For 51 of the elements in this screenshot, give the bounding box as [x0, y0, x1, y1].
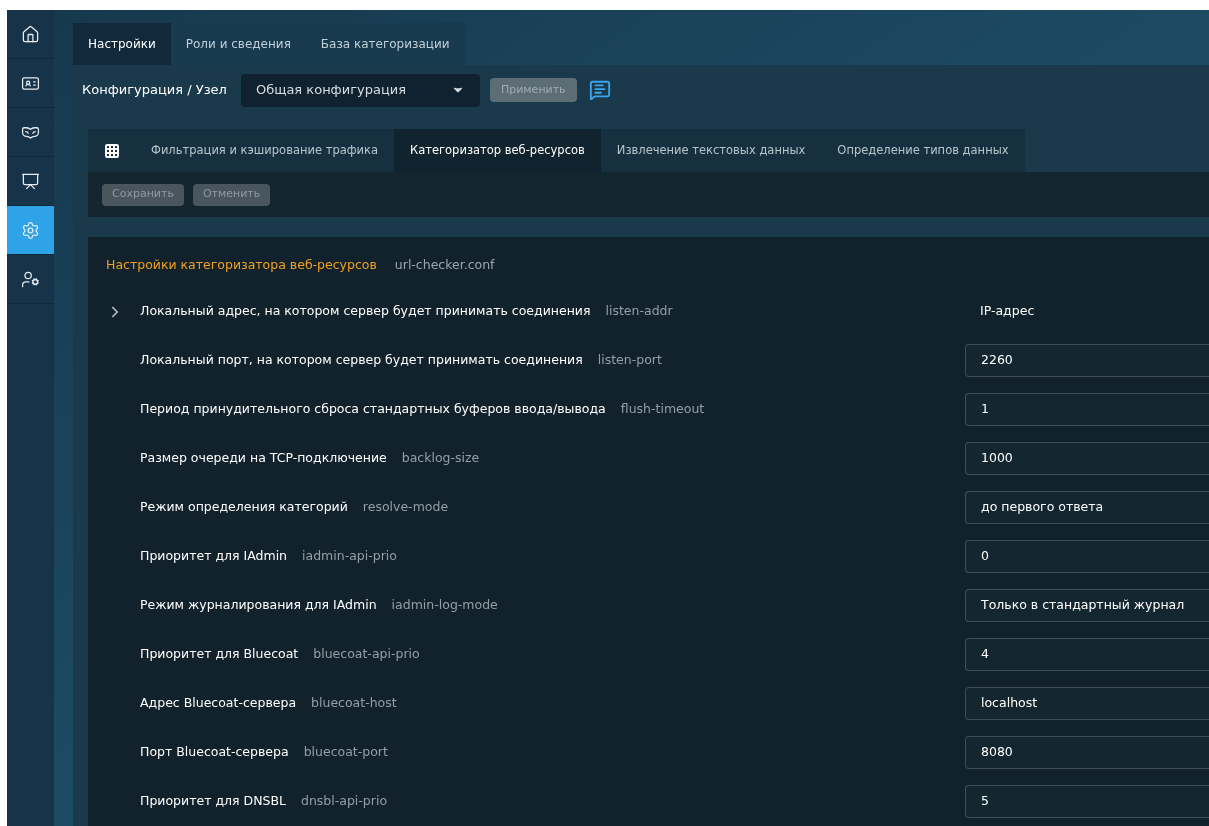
- input-field[interactable]: 1: [965, 393, 1209, 426]
- input-field[interactable]: localhost: [965, 687, 1209, 720]
- user-gear-icon: [21, 269, 40, 289]
- setting-label: Порт Bluecoat-сервера: [140, 743, 289, 762]
- home-icon: [21, 24, 40, 44]
- setting-value: IP-адрес: [980, 302, 1035, 321]
- setting-key: bluecoat-host: [311, 694, 397, 713]
- input-field[interactable]: 0: [965, 540, 1209, 573]
- setting-key: bluecoat-port: [303, 743, 388, 762]
- tab[interactable]: База категоризации: [305, 23, 465, 65]
- tab[interactable]: Определение типов данных: [821, 129, 1025, 172]
- setting-label: Локальный адрес, на котором сервер будет принимать соединения: [140, 302, 591, 321]
- input-field[interactable]: 5: [965, 785, 1209, 818]
- sidebar-item[interactable]: [7, 206, 54, 255]
- setting-key: iadmin-log-mode: [391, 596, 498, 615]
- setting-label: Режим журналирования для IAdmin: [140, 596, 377, 615]
- setting-label: Локальный порт, на котором сервер будет принимать соединения: [140, 351, 583, 370]
- tab[interactable]: Настройки: [73, 23, 171, 65]
- grid-icon[interactable]: [103, 142, 120, 159]
- setting-label: Размер очереди на TCP-подключение: [140, 449, 387, 468]
- setting-key: flush-timeout: [620, 400, 705, 419]
- config-file-name: url-checker.conf: [394, 255, 495, 274]
- config-label: Конфигурация / Узел: [82, 81, 227, 100]
- setting-key: dnsbl-api-prio: [300, 792, 388, 811]
- tab[interactable]: Роли и сведения: [170, 23, 306, 65]
- setting-label: Приоритет для DNSBL: [140, 792, 286, 811]
- setting-key: backlog-size: [401, 449, 480, 468]
- input-field[interactable]: 8080: [965, 736, 1209, 769]
- input-field[interactable]: 4: [965, 638, 1209, 671]
- setting-key: iadmin-api-prio: [302, 547, 397, 566]
- setting-key: listen-port: [597, 351, 662, 370]
- input-field[interactable]: 1000: [965, 442, 1209, 475]
- config-select[interactable]: Общая конфигурация: [240, 73, 480, 107]
- section-title: Настройки категоризатора веб-ресурсов: [106, 255, 377, 274]
- setting-label: Приоритет для IAdmin: [140, 547, 288, 566]
- setting-key: listen-addr: [605, 302, 673, 321]
- setting-label: Период принудительного сброса стандартных буферов ввода/вывода: [140, 400, 606, 419]
- tab[interactable]: Извлечение текстовых данных: [600, 129, 822, 172]
- input-field[interactable]: Только в стандартный журнал: [965, 589, 1209, 622]
- setting-label: Режим определения категорий: [140, 498, 348, 517]
- input-field[interactable]: 2260: [965, 344, 1209, 377]
- comment-icon[interactable]: [588, 79, 611, 101]
- setting-label: Приоритет для Bluecoat: [140, 645, 299, 664]
- tab[interactable]: Категоризатор веб-ресурсов: [394, 129, 601, 172]
- settings-icon: [21, 220, 40, 240]
- setting-key: resolve-mode: [362, 498, 449, 517]
- setting-label: Адрес Bluecoat-сервера: [140, 694, 297, 713]
- setting-key: bluecoat-api-prio: [313, 645, 420, 664]
- tab[interactable]: Фильтрация и кэширование трафика: [135, 129, 395, 172]
- presentation-icon: [21, 171, 40, 191]
- input-field[interactable]: до первого ответа: [965, 491, 1209, 524]
